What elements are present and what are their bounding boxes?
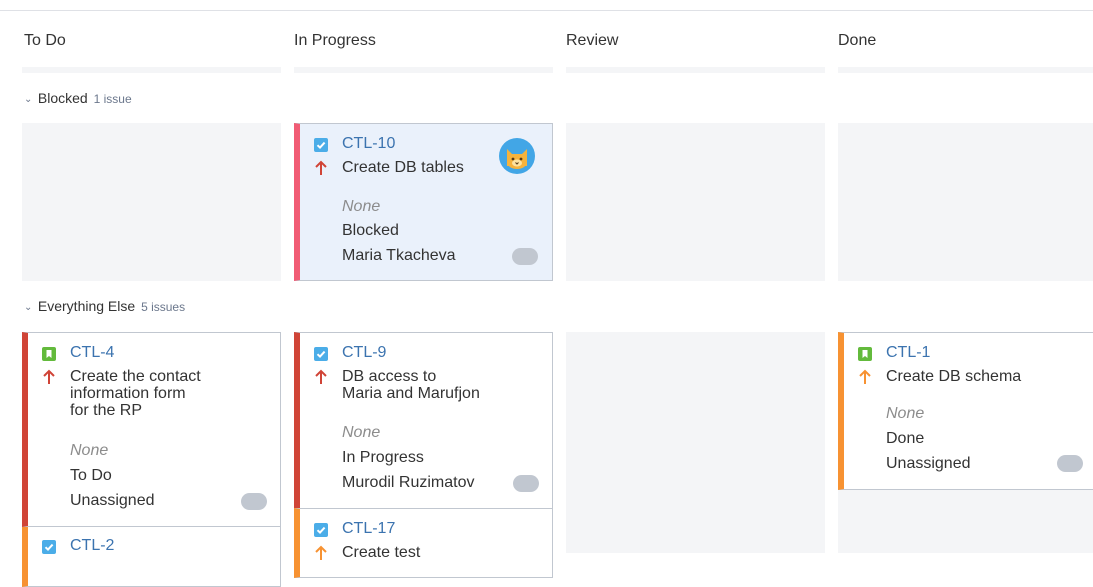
issue-key[interactable]: CTL-9 bbox=[342, 344, 386, 362]
column-bar-done bbox=[838, 67, 1093, 73]
column-header-todo: To Do bbox=[24, 32, 66, 49]
top-divider bbox=[0, 10, 1093, 11]
issue-summary-line: Maria and Marufjon bbox=[342, 385, 480, 402]
swimlane-label: Blocked bbox=[37, 90, 88, 106]
cell-else-review bbox=[566, 332, 825, 553]
issue-summary: DB access to Maria and Marufjon bbox=[342, 368, 522, 402]
issue-assignee: Unassigned bbox=[886, 455, 971, 472]
issue-status: To Do bbox=[70, 467, 112, 484]
cat-avatar-icon[interactable] bbox=[499, 138, 535, 174]
cell-blocked-done bbox=[838, 123, 1093, 281]
issue-summary: Create the contact information form for … bbox=[70, 368, 250, 419]
issue-field-none: None bbox=[342, 198, 381, 215]
checkbox-icon bbox=[314, 523, 328, 537]
issue-field-none: None bbox=[886, 405, 925, 422]
arrow-up-icon bbox=[315, 545, 327, 560]
cell-blocked-todo bbox=[22, 123, 281, 281]
checkbox-icon bbox=[314, 138, 328, 152]
bookmark-icon bbox=[42, 347, 56, 361]
column-bar-todo bbox=[22, 67, 281, 73]
toggle-switch[interactable] bbox=[241, 493, 267, 510]
issue-card-ctl-4[interactable]: CTL-4 Create the contact information for… bbox=[22, 332, 281, 527]
swimlane-count: 1 issue bbox=[93, 92, 132, 106]
issue-field-none: None bbox=[342, 424, 381, 441]
issue-card-ctl-10[interactable]: CTL-10 Create DB tables None Blocked Mar… bbox=[294, 123, 553, 281]
arrow-up-icon bbox=[859, 369, 871, 384]
issue-summary-line: DB access to bbox=[342, 368, 437, 385]
column-header-review: Review bbox=[566, 32, 619, 49]
column-bar-review bbox=[566, 67, 825, 73]
arrow-up-icon bbox=[43, 369, 55, 384]
chevron-down-icon: ⌄ bbox=[24, 302, 33, 313]
issue-key[interactable]: CTL-4 bbox=[70, 344, 114, 362]
arrow-up-icon bbox=[315, 160, 327, 175]
issue-card-ctl-1[interactable]: CTL-1 Create DB schema None Done Unassig… bbox=[838, 332, 1093, 490]
issue-card-ctl-9[interactable]: CTL-9 DB access to Maria and Marufjon No… bbox=[294, 332, 553, 509]
issue-assignee: Murodil Ruzimatov bbox=[342, 474, 475, 491]
arrow-up-icon bbox=[315, 369, 327, 384]
issue-card-ctl-2[interactable]: CTL-2 bbox=[22, 527, 281, 587]
issue-key[interactable]: CTL-17 bbox=[342, 520, 395, 538]
issue-key[interactable]: CTL-10 bbox=[342, 135, 395, 153]
swimlane-count: 5 issues bbox=[141, 300, 186, 314]
issue-summary-line: information form bbox=[70, 385, 186, 402]
checkbox-icon bbox=[314, 347, 328, 361]
toggle-switch[interactable] bbox=[1057, 455, 1083, 472]
column-header-done: Done bbox=[838, 32, 877, 49]
swimlane-label: Everything Else bbox=[37, 298, 136, 314]
issue-summary: Create DB schema bbox=[886, 368, 1022, 385]
column-header-in-progress: In Progress bbox=[294, 32, 376, 49]
issue-summary: Create DB tables bbox=[342, 159, 464, 176]
chevron-down-icon: ⌄ bbox=[24, 94, 33, 105]
issue-status: In Progress bbox=[342, 449, 424, 466]
column-bar-in-progress bbox=[294, 67, 553, 73]
issue-card-ctl-17[interactable]: CTL-17 Create test bbox=[294, 508, 553, 578]
toggle-switch[interactable] bbox=[512, 248, 538, 265]
issue-assignee: Maria Tkacheva bbox=[342, 247, 456, 264]
issue-key[interactable]: CTL-2 bbox=[70, 537, 114, 555]
toggle-switch[interactable] bbox=[513, 475, 539, 492]
issue-status: Blocked bbox=[342, 222, 399, 239]
swimlane-header-blocked[interactable]: ⌄ Blocked 1 issue bbox=[24, 90, 132, 106]
issue-key[interactable]: CTL-1 bbox=[886, 344, 930, 362]
issue-status: Done bbox=[886, 430, 925, 447]
issue-summary-line: Create the contact bbox=[70, 368, 201, 385]
issue-summary-line: for the RP bbox=[70, 402, 143, 419]
swimlane-header-everything-else[interactable]: ⌄ Everything Else 5 issues bbox=[24, 298, 185, 314]
issue-field-none: None bbox=[70, 442, 109, 459]
issue-assignee: Unassigned bbox=[70, 492, 155, 509]
checkbox-icon bbox=[42, 540, 56, 554]
cell-blocked-review bbox=[566, 123, 825, 281]
bookmark-icon bbox=[858, 347, 872, 361]
